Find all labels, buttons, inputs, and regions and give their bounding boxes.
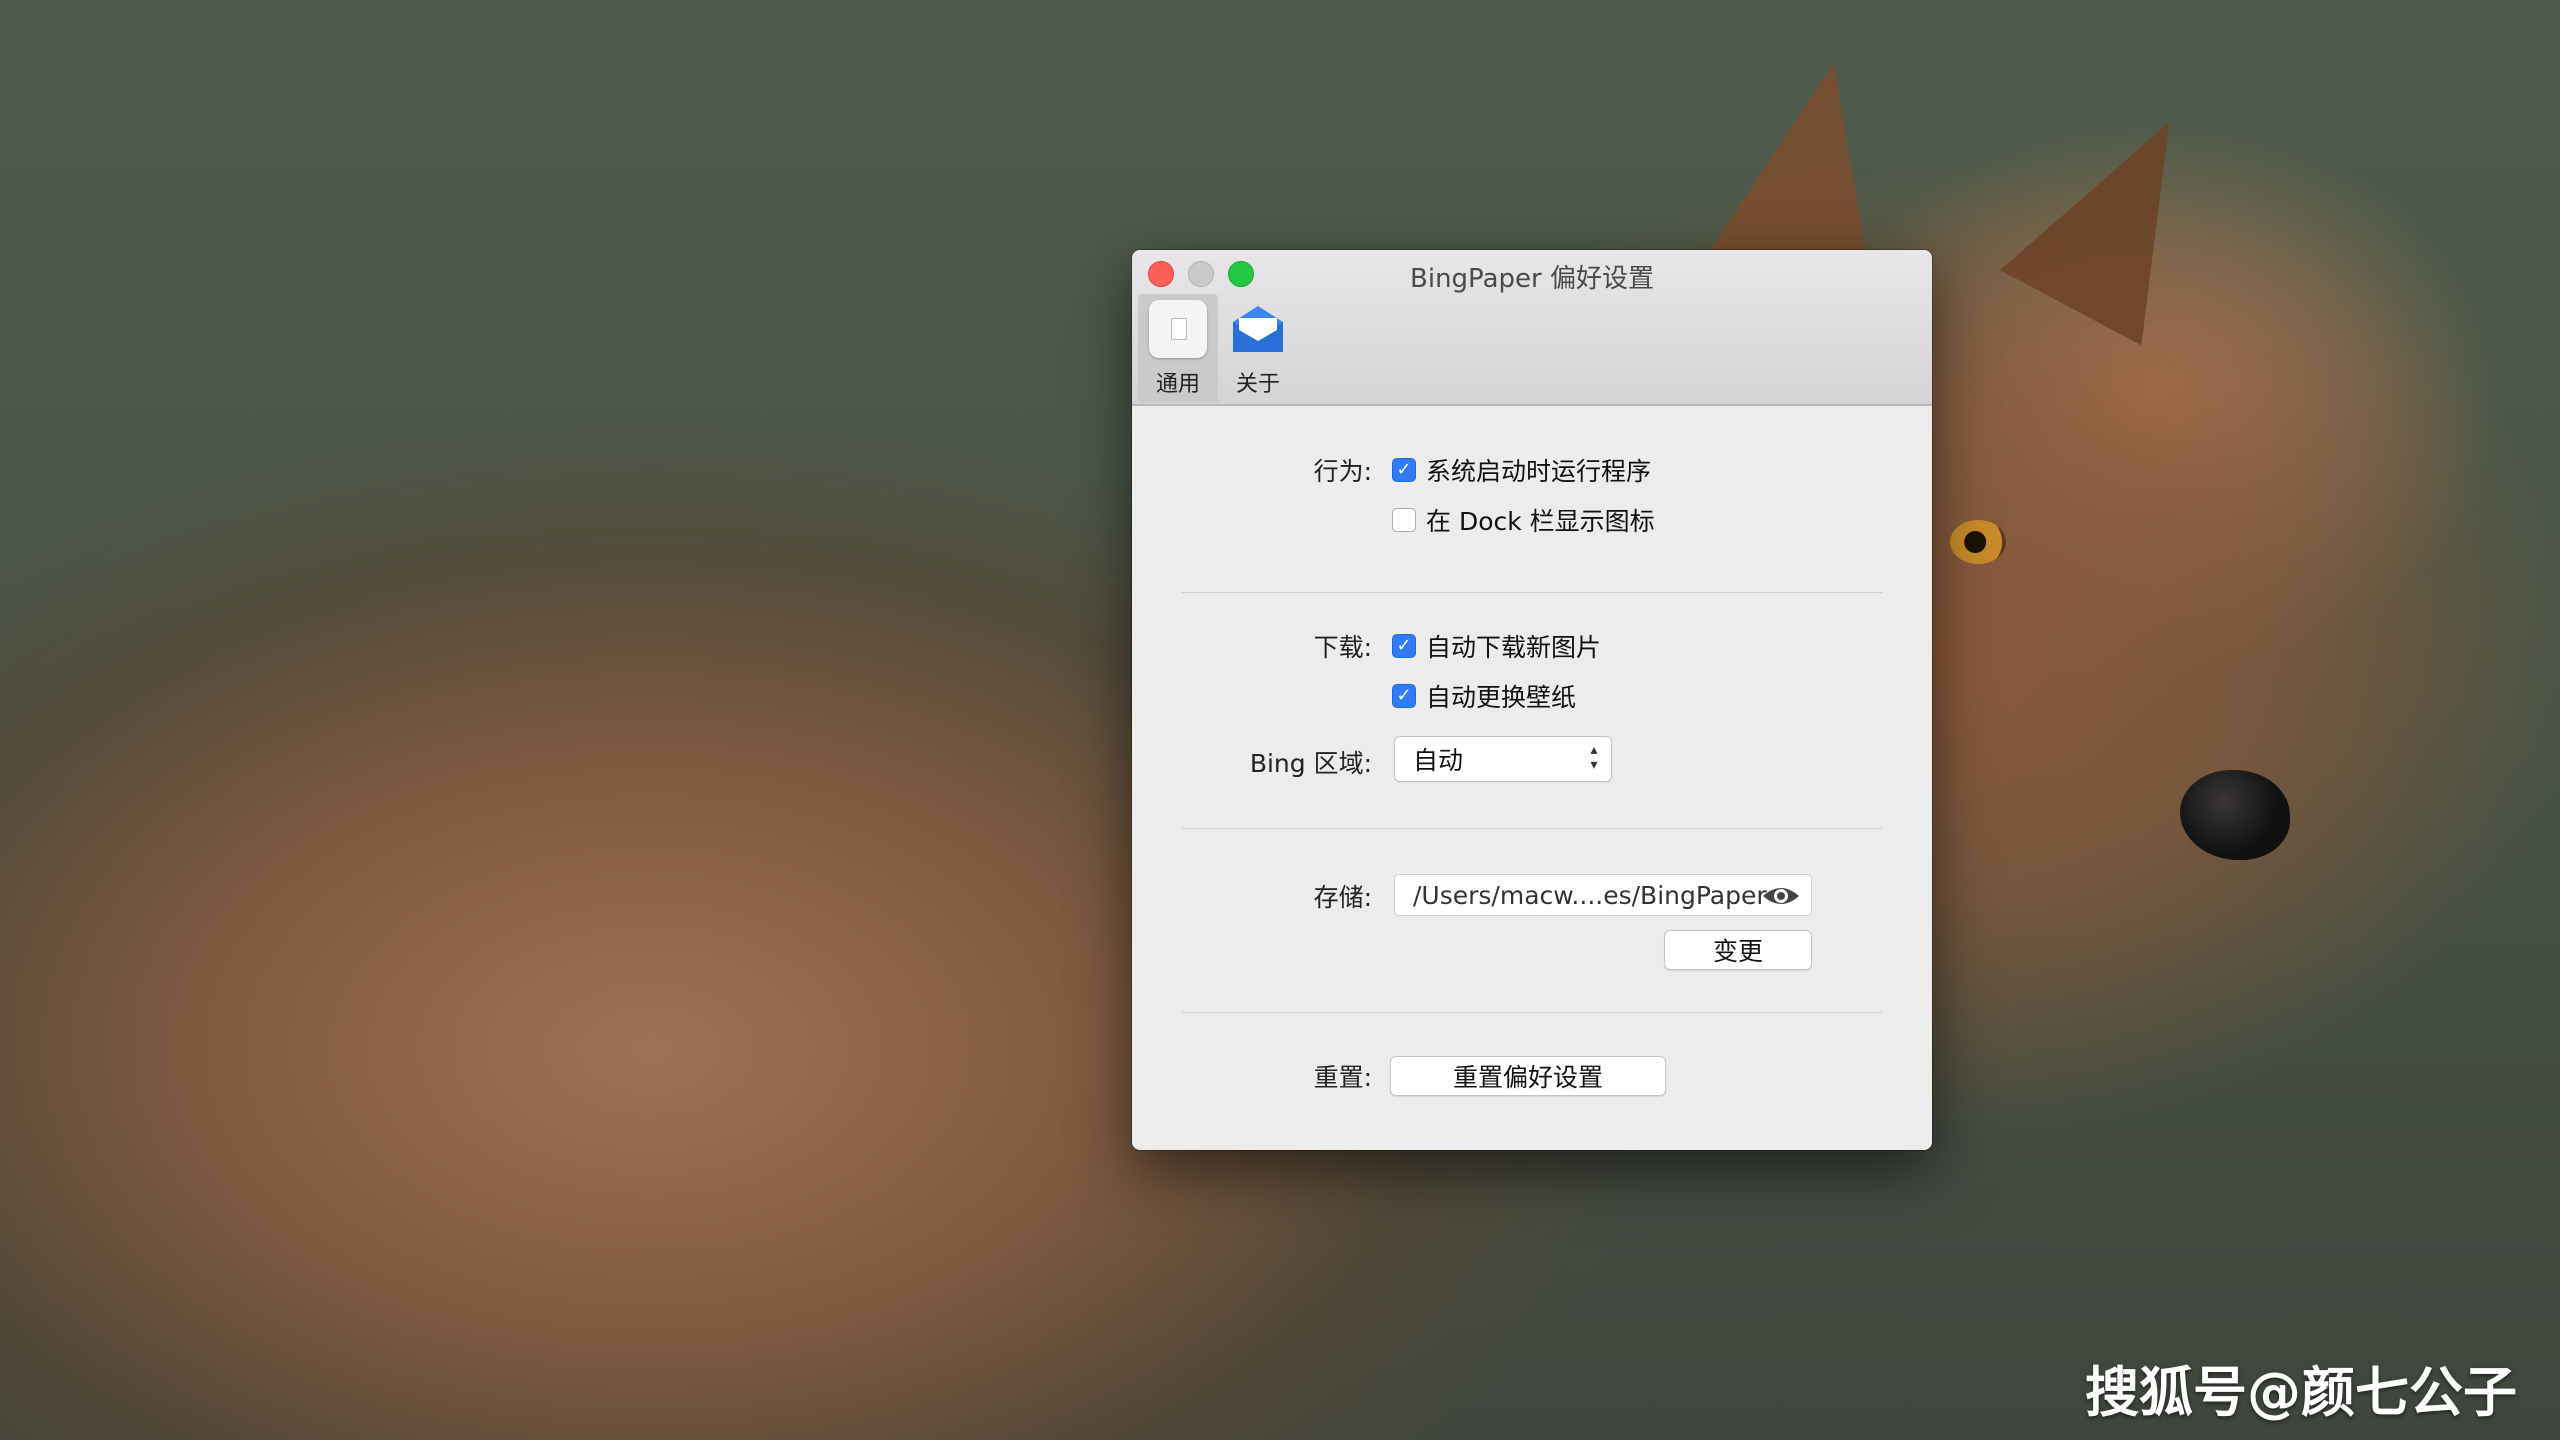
bing-region-label: Bing 区域: — [1249, 749, 1372, 778]
show-in-dock-checkbox[interactable] — [1392, 508, 1416, 532]
general-preferences-pane: 行为: ✓ 系统启动时运行程序 在 Dock 栏显示图标 下载: ✓ 自动下载新… — [1132, 406, 1932, 1150]
launch-at-login-checkbox[interactable]: ✓ — [1392, 458, 1416, 482]
bing-region-select[interactable]: 自动 ▴ ▾ — [1394, 736, 1612, 782]
auto-download-checkbox[interactable]: ✓ — [1392, 634, 1416, 658]
updown-chevron-icon: ▴ ▾ — [1590, 742, 1598, 773]
eye-icon[interactable] — [1761, 884, 1801, 908]
reset-label: 重置: — [1313, 1063, 1372, 1092]
launch-at-login-text: 系统启动时运行程序 — [1426, 457, 1652, 486]
storage-path-text: /Users/macw....es/BingPaper — [1413, 880, 1767, 910]
preferences-window: BingPaper 偏好设置 通用 关于 行为: ✓ 系统启动时运行程序 在 D… — [1132, 250, 1932, 1150]
show-in-dock-text: 在 Dock 栏显示图标 — [1426, 507, 1655, 536]
change-storage-button[interactable]: 变更 — [1664, 930, 1812, 970]
section-divider — [1182, 828, 1882, 829]
section-divider — [1182, 592, 1882, 593]
auto-change-wallpaper-option[interactable]: ✓ 自动更换壁纸 — [1392, 678, 1576, 714]
window-title: BingPaper 偏好设置 — [1410, 264, 1654, 294]
reset-preferences-button[interactable]: 重置偏好设置 — [1390, 1056, 1666, 1096]
download-label: 下载: — [1313, 633, 1372, 662]
wallpaper-wolf-eye — [1950, 520, 2006, 564]
show-in-dock-option[interactable]: 在 Dock 栏显示图标 — [1392, 502, 1655, 538]
bing-region-value: 自动 — [1413, 746, 1464, 775]
auto-change-wallpaper-text: 自动更换壁纸 — [1426, 683, 1577, 712]
auto-download-text: 自动下载新图片 — [1426, 633, 1602, 662]
tab-general[interactable]: 通用 — [1138, 294, 1218, 402]
watermark-text: 搜狐号@颜七公子 — [2085, 1361, 2517, 1424]
launch-at-login-option[interactable]: ✓ 系统启动时运行程序 — [1392, 452, 1651, 488]
wallpaper-wolf-nose — [2180, 770, 2290, 860]
storage-path-field: /Users/macw....es/BingPaper — [1394, 874, 1812, 916]
auto-change-wallpaper-checkbox[interactable]: ✓ — [1392, 684, 1416, 708]
tab-general-label: 通用 — [1155, 372, 1200, 397]
behavior-label: 行为: — [1313, 457, 1372, 486]
window-titlebar: BingPaper 偏好设置 通用 关于 — [1132, 250, 1932, 406]
auto-download-option[interactable]: ✓ 自动下载新图片 — [1392, 628, 1601, 664]
general-switch-icon — [1149, 300, 1207, 358]
tab-about[interactable]: 关于 — [1218, 294, 1298, 402]
section-divider — [1182, 1012, 1882, 1013]
tab-about-label: 关于 — [1235, 372, 1280, 397]
storage-label: 存储: — [1313, 883, 1372, 912]
wallpaper-wolf-ear — [2000, 84, 2240, 346]
envelope-icon — [1229, 300, 1287, 358]
